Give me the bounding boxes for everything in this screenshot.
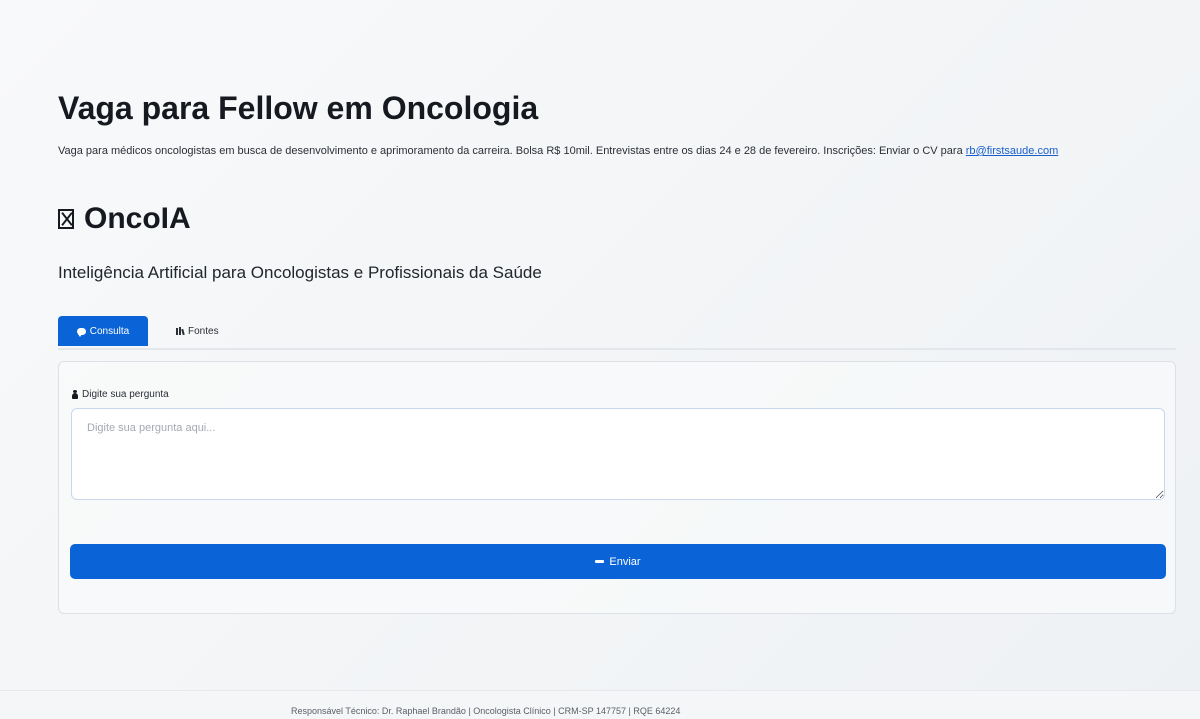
footer-text: Responsável Técnico: Dr. Raphael Brandão… [291, 706, 681, 716]
announcement-description: Vaga para médicos oncologistas em busca … [58, 145, 1058, 157]
announcement-text: Vaga para médicos oncologistas em busca … [58, 145, 966, 157]
app-subtitle: Inteligência Artificial para Oncologista… [58, 263, 542, 282]
tab-consulta-label: Consulta [89, 325, 130, 337]
question-label: Digite sua pergunta [72, 389, 169, 400]
email-link[interactable]: rb@firstsaude.com [966, 145, 1058, 157]
footer: Responsável Técnico: Dr. Raphael Brandão… [0, 690, 1200, 719]
question-label-text: Digite sua pergunta [82, 389, 169, 400]
tab-bar: Consulta Fontes [58, 316, 1176, 350]
tab-fontes[interactable]: Fontes [176, 316, 226, 346]
tab-fontes-label: Fontes [188, 325, 219, 337]
app-title-text: OncoIA [84, 202, 191, 235]
books-icon [176, 327, 185, 336]
person-icon [72, 390, 78, 399]
app-title: OncoIA [58, 202, 191, 236]
send-button[interactable]: Enviar [70, 544, 1166, 579]
send-button-label: Enviar [609, 555, 641, 568]
question-input[interactable] [71, 408, 1165, 500]
dash-icon [595, 560, 605, 563]
question-form: Digite sua pergunta Enviar [58, 361, 1176, 614]
crossed-box-icon [58, 209, 74, 229]
speech-bubble-icon [76, 327, 86, 337]
announcement-title: Vaga para Fellow em Oncologia [58, 90, 539, 126]
tab-consulta[interactable]: Consulta [58, 316, 148, 346]
